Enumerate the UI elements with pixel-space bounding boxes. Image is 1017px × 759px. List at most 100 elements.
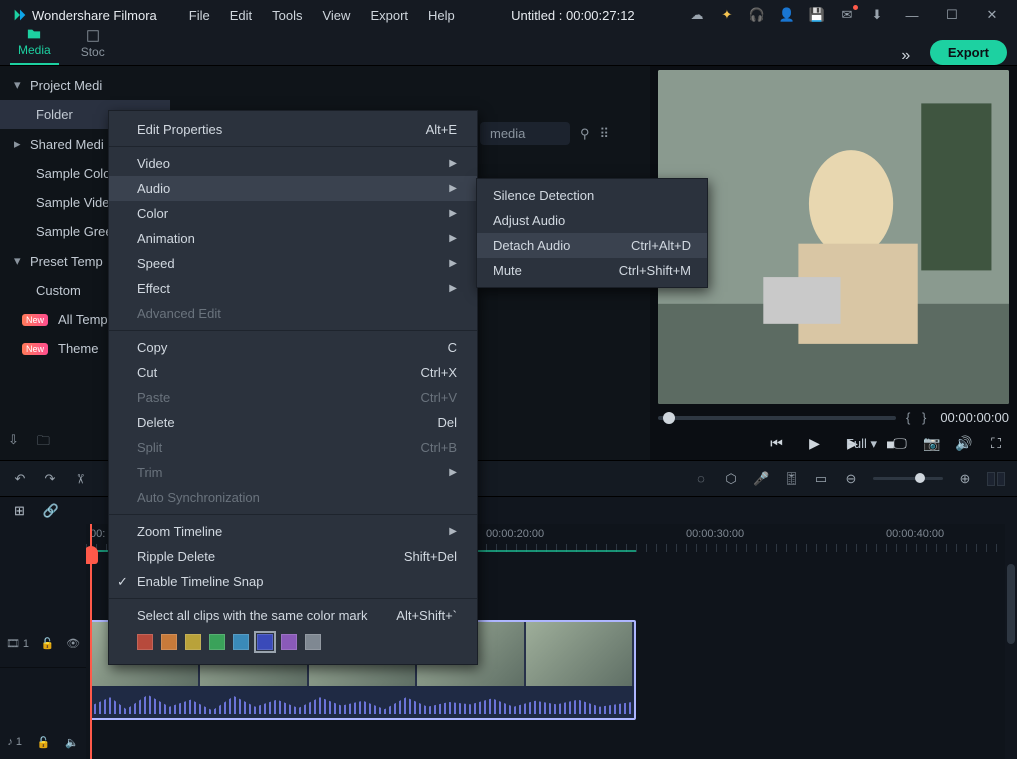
ctx-cut[interactable]: CutCtrl+X	[109, 360, 477, 385]
sub-adjust-audio[interactable]: Adjust Audio	[477, 208, 707, 233]
menu-help[interactable]: Help	[420, 4, 463, 27]
tree-label: Folder	[36, 107, 73, 122]
tree-label: Custom	[36, 283, 81, 298]
undo-button[interactable]: ↶	[12, 471, 28, 487]
media-panel: ▾Project Medi Folder ▸Shared Medi Sample…	[0, 66, 650, 460]
record-voiceover-icon[interactable]: 🎤	[753, 471, 769, 487]
visibility-icon[interactable]: 👁	[66, 637, 80, 650]
color-swatch[interactable]	[161, 634, 177, 650]
lightbulb-icon[interactable]: ✦	[719, 7, 735, 23]
color-swatch[interactable]	[233, 634, 249, 650]
ruler-label: 00:00:20:00	[486, 528, 544, 540]
redo-button[interactable]: ↷	[42, 471, 58, 487]
tab-media[interactable]: Media	[10, 21, 59, 65]
video-track-head[interactable]: 🎞 1 🔓 👁	[0, 620, 86, 668]
audio-track-head[interactable]: ♪ 1 🔓 🔈	[0, 724, 86, 759]
ctx-zoom-timeline[interactable]: Zoom Timeline▶	[109, 519, 477, 544]
scrub-track[interactable]	[658, 416, 896, 420]
color-swatch[interactable]	[137, 634, 153, 650]
ctx-animation[interactable]: Animation▶	[109, 226, 477, 251]
ctx-audio[interactable]: Audio▶	[109, 176, 477, 201]
add-track-icon[interactable]: ⊞	[14, 503, 25, 519]
ctx-edit-properties[interactable]: Edit PropertiesAlt+E	[109, 117, 477, 142]
export-button[interactable]: Export	[930, 40, 1007, 65]
ctx-enable-snap[interactable]: ✓Enable Timeline Snap	[109, 569, 477, 594]
zoom-out-icon[interactable]: ⊖	[843, 471, 859, 487]
more-tabs-button[interactable]: »	[896, 47, 916, 65]
lock-icon[interactable]: 🔓	[41, 637, 55, 650]
display-icon[interactable]: 🖵	[891, 435, 909, 452]
playhead[interactable]	[90, 524, 92, 759]
ctx-select-color[interactable]: Select all clips with the same color mar…	[109, 603, 477, 628]
menu-export[interactable]: Export	[362, 4, 416, 27]
account-icon[interactable]: 👤	[779, 7, 795, 23]
zoom-slider[interactable]	[873, 477, 943, 480]
color-swatch[interactable]	[257, 634, 273, 650]
split-tool-icon[interactable]: ✂	[72, 471, 88, 487]
filter-icon[interactable]: ⚲	[580, 126, 590, 142]
color-swatch[interactable]	[305, 634, 321, 650]
tree-label: Sample Colo	[36, 166, 110, 181]
tree-label: Shared Medi	[30, 137, 104, 152]
import-icon[interactable]: ⇩	[8, 432, 19, 454]
ctx-delete[interactable]: DeleteDel	[109, 410, 477, 435]
play-button[interactable]: ▶	[806, 435, 824, 452]
link-icon[interactable]: 🔗	[43, 503, 59, 519]
download-icon[interactable]: ⬇	[869, 7, 885, 23]
render-icon[interactable]: ◌	[693, 471, 709, 486]
color-swatch[interactable]	[185, 634, 201, 650]
tree-project-media[interactable]: ▾Project Medi	[0, 70, 170, 100]
save-icon[interactable]: 💾	[809, 7, 825, 23]
window-minimize[interactable]: —	[899, 7, 925, 23]
mark-braces[interactable]: { }	[906, 410, 930, 425]
menu-file[interactable]: File	[181, 4, 218, 27]
color-swatch[interactable]	[281, 634, 297, 650]
volume-icon[interactable]: 🔊	[955, 435, 973, 452]
menu-view[interactable]: View	[314, 4, 358, 27]
sub-mute[interactable]: MuteCtrl+Shift+M	[477, 258, 707, 283]
color-swatch[interactable]	[209, 634, 225, 650]
track-view-toggle[interactable]	[987, 472, 1005, 486]
stock-icon	[86, 29, 100, 43]
quality-dropdown[interactable]: Full ▾	[846, 436, 877, 452]
marker-icon[interactable]: ⬡	[723, 471, 739, 487]
zoom-knob[interactable]	[915, 473, 925, 483]
window-close[interactable]: ✕	[979, 7, 1005, 23]
prev-frame-button[interactable]: ⏮	[768, 435, 786, 452]
scrub-knob[interactable]	[663, 412, 675, 424]
snapshot-icon[interactable]: 📷	[923, 435, 941, 452]
preview-canvas[interactable]	[658, 70, 1009, 404]
audio-mixer-icon[interactable]: 🎚	[783, 471, 799, 487]
sub-detach-audio[interactable]: Detach AudioCtrl+Alt+D	[477, 233, 707, 258]
audio-submenu: Silence Detection Adjust Audio Detach Au…	[476, 178, 708, 288]
window-maximize[interactable]: ☐	[939, 7, 965, 23]
tree-label: Preset Temp	[30, 254, 103, 269]
zoom-in-icon[interactable]: ⊕	[957, 471, 973, 487]
sub-silence-detection[interactable]: Silence Detection	[477, 183, 707, 208]
crop-icon[interactable]: ▭	[813, 471, 829, 487]
search-input[interactable]: media	[480, 122, 570, 145]
new-badge: New	[22, 343, 48, 355]
timeline-scrollbar[interactable]	[1005, 524, 1017, 759]
tab-stock[interactable]: Stoc	[73, 23, 113, 65]
ctx-advanced-edit: Advanced Edit	[109, 301, 477, 326]
ctx-ripple-delete[interactable]: Ripple DeleteShift+Del	[109, 544, 477, 569]
grid-view-icon[interactable]: ⠿	[600, 126, 610, 142]
ctx-copy[interactable]: CopyC	[109, 335, 477, 360]
message-icon[interactable]: ✉	[839, 7, 855, 23]
media-header: media ⚲ ⠿	[480, 122, 609, 145]
mute-icon[interactable]: 🔈	[65, 736, 79, 749]
ctx-speed[interactable]: Speed▶	[109, 251, 477, 276]
ctx-video[interactable]: Video▶	[109, 151, 477, 176]
menu-edit[interactable]: Edit	[222, 4, 260, 27]
fullscreen-icon[interactable]: ⛶	[987, 435, 1005, 452]
scrollbar-thumb[interactable]	[1007, 564, 1015, 644]
cloud-icon[interactable]: ☁	[689, 7, 705, 23]
headphones-icon[interactable]: 🎧	[749, 7, 765, 23]
menu-tools[interactable]: Tools	[264, 4, 310, 27]
ctx-effect[interactable]: Effect▶	[109, 276, 477, 301]
new-folder-icon[interactable]: 🗀	[37, 432, 50, 454]
ctx-color[interactable]: Color▶	[109, 201, 477, 226]
lock-icon[interactable]: 🔓	[37, 736, 51, 749]
ruler-label: 00:	[90, 528, 105, 540]
